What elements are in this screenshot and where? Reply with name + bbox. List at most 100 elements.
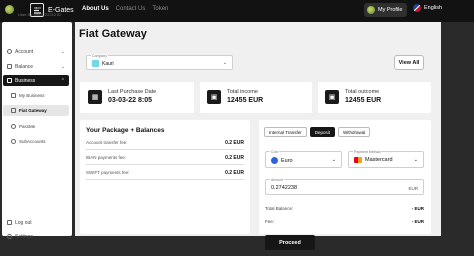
- stat-card-total-outcome: ▣ Total outcome 12455 EUR: [318, 82, 431, 113]
- package-row-value: 0.2 EUR: [225, 140, 244, 146]
- package-row: Account transfer fee: 0.2 EUR: [86, 140, 244, 146]
- package-row-label: IBAN payments fee:: [86, 155, 127, 160]
- logout-label: Log out: [15, 219, 32, 226]
- stat-label: Total outcome: [345, 89, 380, 95]
- settings-button[interactable]: Settings: [3, 231, 69, 242]
- amount-field[interactable]: Amount 0.2742238 EUR: [265, 177, 424, 195]
- coin-select-value: Euro: [281, 157, 293, 164]
- wallet-icon: [7, 64, 12, 69]
- settings-label: Settings: [15, 233, 34, 240]
- divider: [86, 149, 244, 150]
- stat-value: 12455 EUR: [345, 97, 382, 104]
- avatar: [367, 6, 375, 14]
- package-card: Your Package + Balances Account transfer…: [80, 120, 250, 234]
- proceed-button[interactable]: Proceed: [265, 235, 315, 250]
- stat-card-total-income: ▣ Total income 12455 EUR: [200, 82, 312, 113]
- sidebar-item-label: Account: [15, 48, 34, 55]
- nav-about-us[interactable]: About Us: [82, 6, 109, 12]
- stat-card-last-purchase: ▦ Last Purchase Date 03-03-22 8:05: [80, 82, 194, 113]
- total-balance-label: Total Balance:: [265, 206, 294, 211]
- package-row: SWIFT payments fee: 0.2 EUR: [86, 170, 244, 176]
- sidebar-item-passme[interactable]: PassMe: [3, 121, 69, 132]
- user-name: John Smith: [18, 5, 44, 11]
- coin-option: Euro: [271, 157, 293, 164]
- chevron-down-icon: ⌄: [222, 60, 227, 66]
- coin-select[interactable]: Coin Euro ⌄: [265, 149, 342, 168]
- divider: [86, 179, 244, 180]
- total-balance-row: Total Balance: - EUR: [265, 206, 424, 211]
- business-icon: [11, 93, 16, 98]
- sidebar-item-label: SubAccounts: [19, 139, 46, 144]
- tab-internal-transfer[interactable]: Internal Transfer: [264, 127, 307, 137]
- user-id: User ID: 0987722212 ID: [18, 12, 62, 17]
- my-profile-button[interactable]: My Profile: [364, 3, 407, 17]
- top-nav: About Us Contact Us Token: [82, 6, 168, 12]
- outcome-icon: ▣: [325, 90, 339, 104]
- euro-icon: [271, 157, 278, 164]
- company-select-value: Kauri: [102, 60, 114, 67]
- sidebar-item-balance[interactable]: Balance ⌄: [3, 61, 69, 72]
- sidebar-item-label: My Business: [19, 93, 45, 98]
- stat-label: Last Purchase Date: [108, 89, 157, 95]
- sidebar-item-account[interactable]: Account ⌄: [3, 46, 69, 57]
- payment-method-label: Payment Method: [353, 149, 382, 154]
- transfer-tabs: Internal Transfer Deposit Withdrawal: [264, 127, 371, 137]
- fee-label: Fee:: [265, 219, 275, 224]
- sidebar-item-my-business[interactable]: My Business: [3, 90, 69, 101]
- nav-contact-us[interactable]: Contact Us: [116, 6, 146, 12]
- chevron-up-icon: ⌃: [60, 77, 65, 84]
- amount-value: 0.2742238: [271, 185, 297, 191]
- payment-method-select[interactable]: Payment Method Mastercard ⌄: [348, 149, 424, 168]
- company-option: Kauri: [92, 60, 114, 67]
- package-row: IBAN payments fee: 0.2 EUR: [86, 155, 244, 161]
- chevron-down-icon: ⌄: [331, 157, 336, 163]
- my-profile-label: My Profile: [378, 7, 403, 13]
- chevron-down-icon: ⌄: [413, 157, 418, 163]
- tab-deposit[interactable]: Deposit: [309, 127, 336, 137]
- company-select[interactable]: Company Kauri ⌄: [86, 54, 233, 70]
- language-selector[interactable]: English: [413, 4, 442, 12]
- user-icon: [7, 49, 12, 54]
- package-row-label: SWIFT payments fee:: [86, 170, 130, 175]
- income-icon: ▣: [207, 90, 221, 104]
- view-all-button[interactable]: View All: [394, 55, 424, 70]
- sidebar-item-subaccounts[interactable]: SubAccounts: [3, 136, 69, 147]
- uk-flag-icon: [413, 4, 421, 12]
- stat-label: Total income: [227, 89, 258, 95]
- transfer-form-card: Internal Transfer Deposit Withdrawal Coi…: [259, 120, 431, 234]
- total-balance-value: - EUR: [411, 206, 424, 211]
- stat-value: 12455 EUR: [227, 97, 264, 104]
- gateway-icon: [11, 108, 16, 113]
- language-label: English: [424, 5, 443, 11]
- sidebar-item-business[interactable]: Business ⌃: [3, 75, 69, 86]
- nav-token[interactable]: Token: [152, 6, 168, 12]
- fee-value: - EUR: [411, 219, 424, 224]
- company-logo-icon: [92, 60, 99, 67]
- sidebar-item-label: Balance: [15, 63, 34, 70]
- sidebar-item-label: Business: [15, 77, 36, 84]
- sidebar-item-label: Fiat Gateway: [19, 108, 47, 113]
- gear-icon: [7, 234, 12, 239]
- user-avatar: [5, 5, 14, 14]
- briefcase-icon: [7, 78, 12, 83]
- page-title: Fiat Gateway: [79, 28, 147, 40]
- amount-unit: EUR: [408, 186, 418, 191]
- package-row-label: Account transfer fee:: [86, 140, 128, 145]
- mastercard-icon: [354, 157, 362, 163]
- payment-option: Mastercard: [354, 157, 393, 163]
- logout-icon: [7, 220, 12, 225]
- package-row-value: 0.2 EUR: [225, 155, 244, 161]
- chevron-down-icon: ⌄: [60, 63, 65, 70]
- payment-method-value: Mastercard: [365, 157, 393, 163]
- calendar-icon: ▦: [88, 90, 102, 104]
- logout-button[interactable]: Log out: [3, 217, 69, 228]
- sidebar-item-fiat-gateway[interactable]: Fiat Gateway: [3, 105, 69, 116]
- package-title: Your Package + Balances: [86, 127, 165, 134]
- chevron-down-icon: ⌄: [60, 48, 65, 55]
- company-select-label: Company: [91, 54, 108, 58]
- coin-select-label: Coin: [270, 149, 280, 154]
- divider: [86, 164, 244, 165]
- package-row-value: 0.2 EUR: [225, 170, 244, 176]
- tab-withdrawal[interactable]: Withdrawal: [338, 127, 371, 137]
- fee-row: Fee: - EUR: [265, 219, 424, 224]
